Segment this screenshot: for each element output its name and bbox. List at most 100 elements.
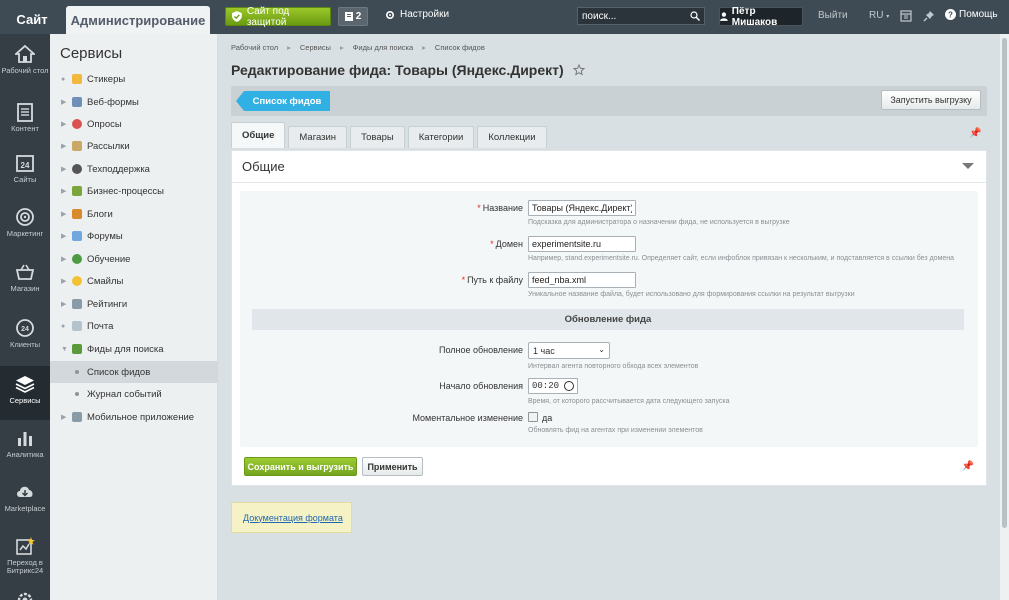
language-label: RU — [869, 10, 884, 21]
nav-shop[interactable]: Магазин — [0, 254, 50, 308]
expand-arrow-icon[interactable]: ▶ — [61, 300, 67, 308]
expand-arrow-icon[interactable]: ▶ — [61, 142, 67, 150]
expand-arrow-icon[interactable]: ▶ — [61, 413, 67, 421]
expand-arrow-icon[interactable]: ▶ — [61, 98, 67, 106]
expand-arrow-icon[interactable]: ▶ — [61, 165, 67, 173]
nav-analytics[interactable]: Аналитика — [0, 420, 50, 474]
expand-arrow-icon[interactable]: ▶ — [61, 210, 67, 218]
nav-sites[interactable]: 24 Сайты — [0, 145, 50, 199]
menu-item-polls[interactable]: ▶ Опросы — [50, 113, 218, 135]
feed-list-button[interactable]: Список фидов — [236, 91, 330, 111]
menu-item-mail[interactable]: ● Почта — [50, 315, 218, 337]
menu-item-webforms[interactable]: ▶ Веб-формы — [50, 91, 218, 113]
menu-item-mailings[interactable]: ▶ Рассылки — [50, 135, 218, 157]
user-button[interactable]: Пётр Мишаков — [719, 5, 803, 28]
menu-item-support[interactable]: ▶ Техподдержка — [50, 158, 218, 180]
logout-link[interactable]: Выйти — [818, 10, 848, 21]
instant-change-option[interactable]: да — [542, 413, 552, 423]
full-update-select[interactable]: 1 час ⌄ — [528, 342, 610, 359]
menu-item-smiles[interactable]: ▶ Смайлы — [50, 270, 218, 292]
pin-icon[interactable]: 📌 — [969, 128, 981, 139]
nav-clients-label: Клиенты — [9, 340, 41, 349]
menu-item-ratings[interactable]: ▶ Рейтинги — [50, 293, 218, 315]
language-selector[interactable]: RU ▾ — [869, 10, 889, 21]
instant-change-label: Моментальное изменение — [412, 413, 523, 423]
breadcrumb-separator-icon: ▸ — [287, 43, 291, 52]
full-update-label: Полное обновление — [439, 345, 523, 355]
gear-icon[interactable] — [15, 590, 35, 600]
site-tab[interactable]: Сайт — [0, 4, 64, 34]
run-export-button[interactable]: Запустить выгрузку — [881, 90, 981, 110]
star-icon[interactable] — [572, 64, 585, 76]
breadcrumb-item[interactable]: Сервисы — [300, 43, 331, 52]
nav-marketplace[interactable]: Marketplace — [0, 474, 50, 528]
expand-arrow-icon[interactable]: ▶ — [61, 277, 67, 285]
tab-shop[interactable]: Магазин — [288, 126, 348, 148]
menu-item-label: Веб-формы — [87, 96, 139, 108]
settings-link[interactable]: Настройки — [385, 9, 449, 20]
name-field[interactable] — [528, 200, 636, 216]
panel-toggle-icon[interactable] — [899, 9, 913, 23]
basket-icon — [15, 264, 35, 280]
menu-item-event-log[interactable]: Журнал событий — [50, 383, 218, 405]
required-marker: * — [477, 203, 481, 213]
nav-clients[interactable]: 24 Клиенты — [0, 310, 50, 364]
nav-marketplace-label: Marketplace — [4, 504, 46, 513]
menu-item-mobile-app[interactable]: ▶ Мобильное приложение — [50, 406, 218, 428]
tab-products[interactable]: Товары — [350, 126, 405, 148]
nav-content[interactable]: Контент — [0, 94, 50, 148]
panel-header: Общие — [232, 151, 986, 183]
user-name: Пётр Мишаков — [731, 5, 778, 28]
domain-field[interactable] — [528, 236, 636, 252]
search-input[interactable] — [582, 10, 690, 22]
nav-bitrix24[interactable]: Переход в Битрикс24 — [0, 528, 50, 582]
tab-general[interactable]: Общие — [231, 122, 286, 148]
menu-item-bizproc[interactable]: ▶ Бизнес-процессы — [50, 180, 218, 202]
apply-button[interactable]: Применить — [362, 457, 423, 476]
site-protected-button[interactable]: Сайт под защитой — [225, 6, 331, 28]
menu-item-blogs[interactable]: ▶ Блоги — [50, 203, 218, 225]
search-icon[interactable] — [690, 11, 700, 21]
nav-shop-label: Магазин — [10, 284, 40, 293]
nav-content-label: Контент — [11, 124, 39, 133]
learning-icon — [72, 254, 82, 264]
menu-item-stickers[interactable]: ● Стикеры — [50, 68, 218, 90]
expand-arrow-icon[interactable]: ▶ — [61, 187, 67, 195]
help-label: Помощь — [959, 9, 998, 20]
instant-change-checkbox[interactable] — [528, 412, 538, 422]
scrollbar[interactable] — [1000, 34, 1009, 600]
path-hint: Уникальное название файла, будет использ… — [528, 291, 855, 298]
menu-item-learning[interactable]: ▶ Обучение — [50, 248, 218, 270]
help-link[interactable]: ? Помощь — [945, 9, 998, 20]
start-time-field[interactable]: 00:20 — [528, 378, 578, 394]
admin-tab[interactable]: Администрирование — [66, 6, 210, 34]
breadcrumb-item[interactable]: Фиды для поиска — [353, 43, 413, 52]
menu-item-forums[interactable]: ▶ Форумы — [50, 225, 218, 247]
collapse-icon[interactable] — [962, 163, 974, 169]
pin-icon[interactable] — [922, 9, 936, 23]
nav-bitrix24-label: Переход в Битрикс24 — [6, 558, 44, 575]
pin-icon[interactable]: 📌 — [962, 461, 974, 472]
nav-services[interactable]: Сервисы — [0, 366, 50, 420]
menu-item-search-feeds[interactable]: ▼ Фиды для поиска — [50, 338, 218, 360]
svg-text:?: ? — [948, 11, 953, 20]
save-and-export-button[interactable]: Сохранить и выгрузить — [244, 457, 357, 476]
notifications-button[interactable]: 2 — [338, 7, 368, 26]
breadcrumb-item[interactable]: Рабочий стол — [231, 43, 278, 52]
expand-arrow-icon[interactable]: ▶ — [61, 255, 67, 263]
expand-arrow-icon[interactable]: ▶ — [61, 120, 67, 128]
menu-item-label: Смайлы — [87, 275, 124, 287]
tab-collections[interactable]: Коллекции — [477, 126, 547, 148]
start-time-label: Начало обновления — [439, 381, 523, 391]
documentation-link[interactable]: Документация формата — [243, 513, 343, 523]
nav-marketing[interactable]: Маркетинг — [0, 199, 50, 253]
path-field[interactable] — [528, 272, 636, 288]
nav-desktop[interactable]: Рабочий стол — [0, 36, 50, 90]
scroll-thumb[interactable] — [1002, 38, 1007, 528]
expand-arrow-icon[interactable]: ▶ — [61, 232, 67, 240]
clock-icon[interactable] — [564, 381, 574, 391]
tab-categories[interactable]: Категории — [407, 126, 475, 148]
breadcrumb-item[interactable]: Список фидов — [435, 43, 485, 52]
menu-item-feed-list[interactable]: Список фидов — [50, 361, 218, 383]
collapse-arrow-icon[interactable]: ▼ — [61, 346, 68, 353]
